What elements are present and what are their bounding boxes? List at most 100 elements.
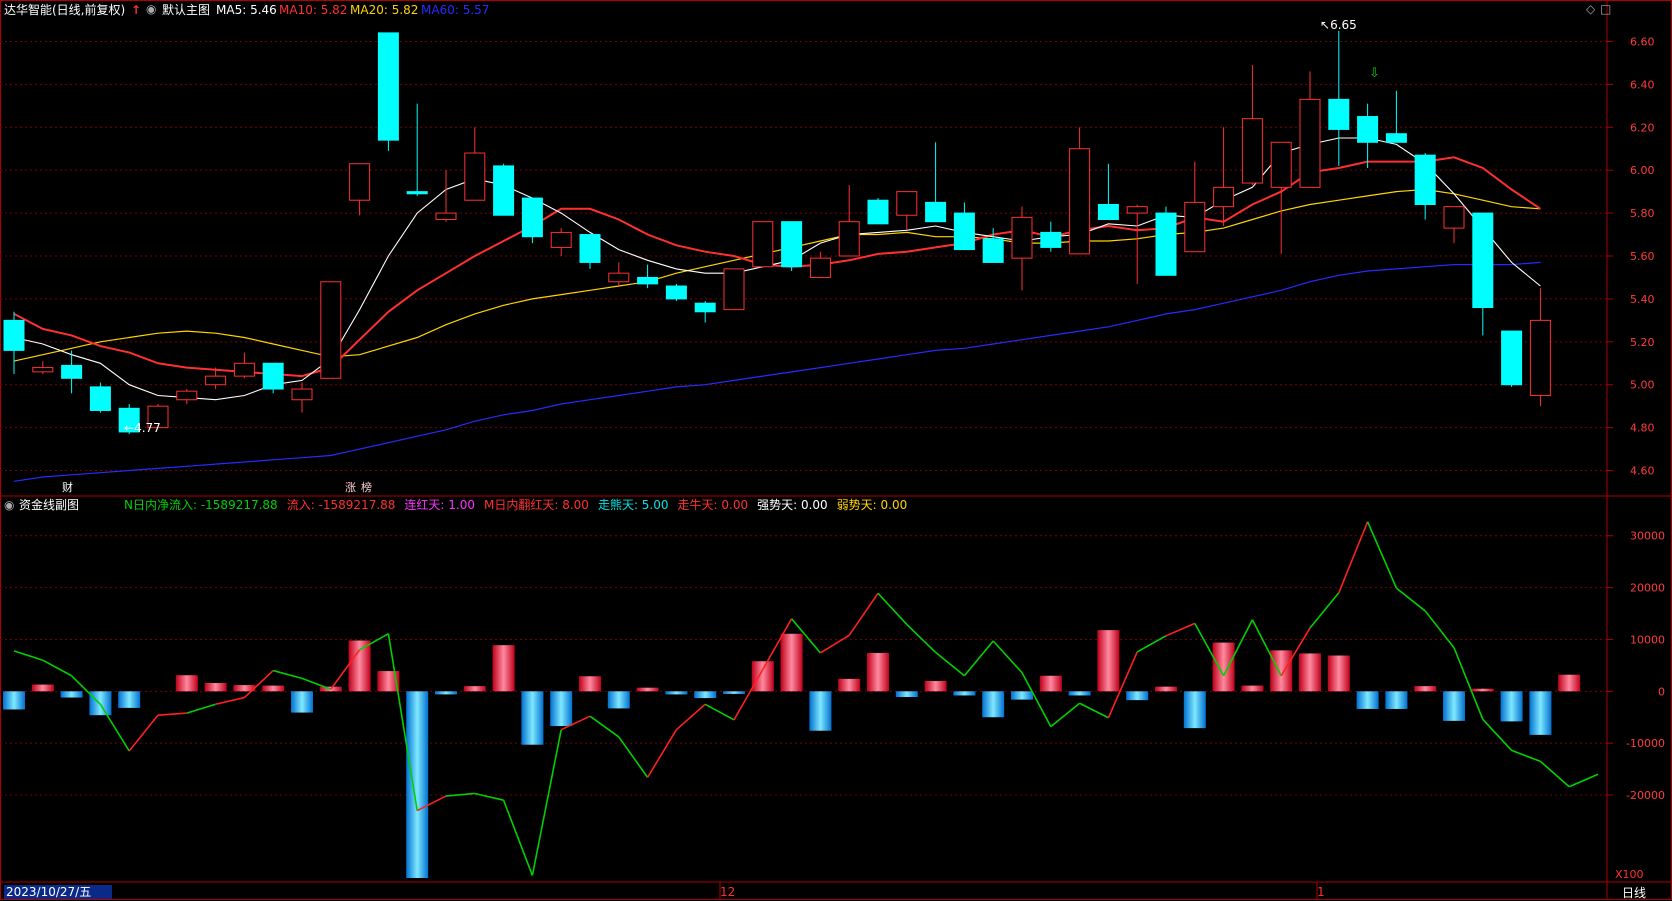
flow-bar — [838, 678, 861, 692]
flow-bar — [780, 633, 803, 692]
flow-bar — [579, 676, 601, 692]
candle — [925, 142, 947, 223]
outer-frame — [0, 0, 1672, 900]
flow-bar — [1500, 691, 1523, 722]
candle-body — [176, 390, 198, 401]
stock-title[interactable]: 达华智能(日线,前复权) — [4, 3, 125, 17]
candle — [781, 221, 803, 272]
trading-chart-window: 6.60 6.40 6.20 6.00 5.80 5.60 5.40 5.20 5.00 4.80… — [0, 0, 1672, 900]
candle-body — [1357, 116, 1379, 143]
up-arrow-icon: ↑ — [131, 3, 142, 17]
indicator-1: 流入: -1589217.88 — [286, 498, 396, 512]
ma60-label: MA60: — [421, 3, 459, 17]
flow-tick-label: -10000 — [1626, 737, 1665, 750]
candle — [89, 382, 111, 413]
sub-chart-label[interactable]: 资金线副图 — [19, 498, 79, 512]
period-tab-daily[interactable]: 日线 — [1622, 884, 1646, 901]
flow-bar — [521, 691, 544, 745]
flow-bar — [262, 685, 285, 692]
candle-body — [723, 268, 745, 311]
candle-body — [1472, 212, 1494, 308]
ma5-label: MA5: — [216, 3, 247, 17]
flow-bar — [1443, 691, 1465, 721]
high-price-label: ↖6.65 — [1320, 18, 1357, 32]
flow-bar — [1039, 675, 1062, 692]
candle — [377, 32, 399, 151]
candle — [1529, 288, 1551, 407]
candle — [320, 281, 342, 379]
candle — [809, 251, 831, 278]
flow-bar — [867, 652, 889, 692]
flow-bar — [60, 691, 83, 698]
candle — [1472, 212, 1494, 336]
flow-line-segment — [675, 703, 706, 731]
candle-body — [838, 221, 860, 257]
candle — [1328, 30, 1350, 166]
zhang-marker[interactable]: 涨 — [345, 481, 356, 495]
flow-line-segment — [215, 696, 245, 706]
flow-line-segment — [128, 714, 159, 752]
bang-marker[interactable]: 榜 — [361, 481, 372, 495]
indicator-3: M日内翻红天: 8.00 — [484, 498, 589, 512]
flow-line-segment — [1511, 749, 1541, 763]
candle-body — [1069, 148, 1091, 255]
candle-body — [291, 388, 313, 401]
candle-body — [1155, 212, 1177, 276]
flow-bar — [1183, 691, 1206, 729]
flow-tick-label: 10000 — [1630, 633, 1665, 646]
diamond-icon[interactable]: ◇ — [1586, 2, 1595, 16]
candle-body — [953, 212, 975, 251]
candle-body — [781, 221, 803, 268]
candle — [1126, 204, 1148, 284]
flow-bar — [1327, 655, 1350, 692]
flow-bar — [1068, 691, 1091, 696]
candle — [838, 185, 860, 257]
minimize-icon[interactable]: □ — [1600, 2, 1611, 16]
flow-line-segment — [243, 669, 274, 699]
indicator-readouts: N日内净流入: -1589217.88 流入: -1589217.88 连红天: 1… — [124, 498, 916, 512]
flow-bar — [1299, 653, 1321, 692]
candle — [608, 262, 630, 287]
cai-marker[interactable]: 财 — [62, 481, 73, 495]
flow-bar — [1558, 674, 1581, 692]
flow-line-segment — [1136, 635, 1167, 653]
candle-body — [435, 212, 457, 221]
candle-body — [579, 234, 601, 263]
flow-bar — [1529, 691, 1552, 735]
flow-bar — [1414, 686, 1437, 692]
candle-body — [464, 152, 486, 201]
flow-line-segment — [906, 623, 937, 653]
flow-line-segment — [99, 703, 130, 752]
flow-bar — [550, 691, 573, 727]
flow-line-segment — [733, 669, 764, 721]
flow-line-segment — [704, 703, 735, 721]
main-chart-label[interactable]: 默认主图 — [162, 3, 210, 17]
flow-line-segment — [531, 729, 562, 876]
flow-line-segment — [1165, 622, 1196, 637]
candle-body — [32, 367, 54, 373]
candle — [694, 301, 716, 323]
flow-line-segment — [618, 736, 649, 778]
flow-bar — [1471, 688, 1494, 692]
candle — [752, 221, 774, 268]
flow-line-segment — [848, 592, 879, 636]
flow-line-segment — [1424, 610, 1455, 649]
candle — [3, 311, 25, 374]
sub-settings-icon[interactable]: ◉ — [4, 498, 14, 512]
date-value: 2023/10/27/五 — [6, 885, 92, 899]
candle-body — [1011, 216, 1033, 259]
flow-bar — [1097, 630, 1120, 692]
chart-canvas[interactable]: 6.60 6.40 6.20 6.00 5.80 5.60 5.40 5.20 5.00 4.80… — [0, 0, 1672, 900]
candle-body — [896, 191, 918, 216]
flow-axis: 30000 20000 10000 0 -10000 -20000 — [1607, 530, 1665, 802]
flow-line-segment — [13, 650, 44, 661]
candle — [867, 198, 889, 225]
indicator-2: 连红天: 1.00 — [404, 498, 475, 512]
candle-body — [1443, 206, 1465, 229]
flow-line-segment — [502, 799, 534, 876]
candle — [1097, 163, 1119, 221]
settings-circle-icon[interactable]: ◉ — [146, 2, 156, 16]
flow-line-segment — [186, 703, 216, 714]
flow-line-segment — [819, 634, 850, 654]
flow-bar — [723, 691, 745, 694]
